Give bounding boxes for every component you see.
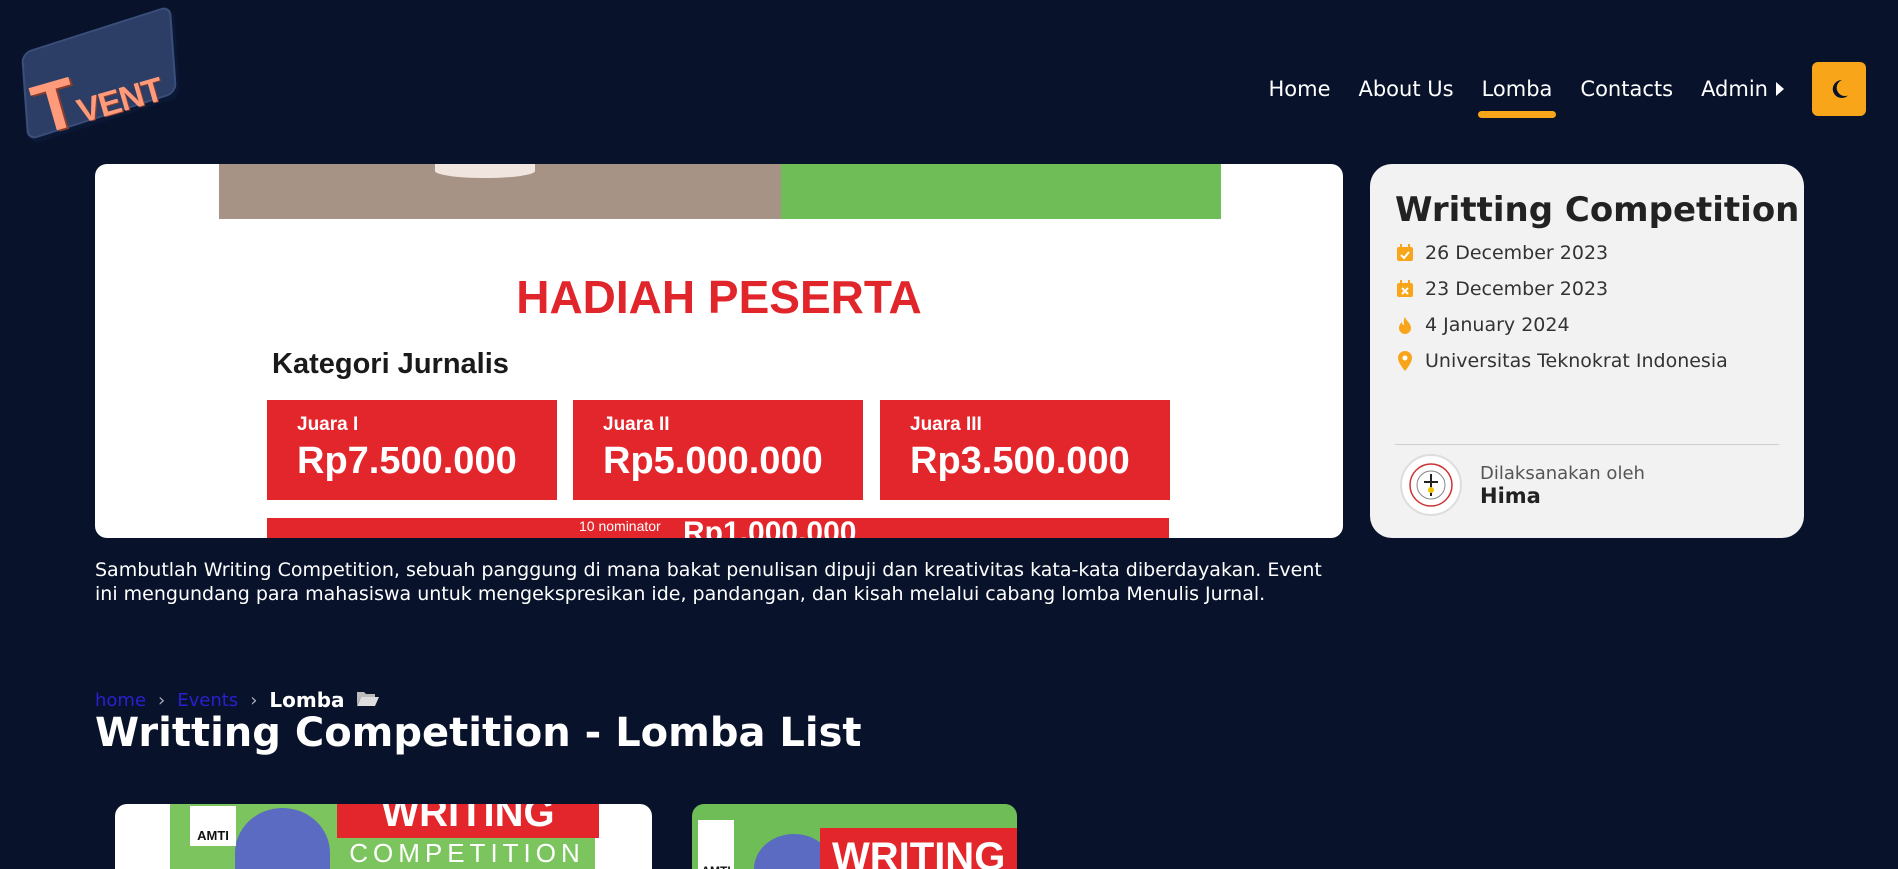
event-deadline: 4 January 2024: [1395, 312, 1779, 338]
organizer-logo: [1400, 454, 1462, 516]
lomba-card[interactable]: AMTI WRITING COMPETITION: [115, 804, 652, 869]
divider: [1395, 444, 1779, 445]
breadcrumb-home[interactable]: home: [95, 690, 146, 711]
folder-open-icon: [356, 690, 379, 711]
prize-amount: Rp7.500.000: [297, 440, 517, 482]
chevron-right-icon: ›: [250, 689, 258, 711]
nominator-amount: Rp1.000.000: [683, 516, 857, 538]
card-logo: AMTI: [190, 806, 236, 846]
nav-admin[interactable]: Admin: [1687, 66, 1798, 112]
location-pin-icon: [1395, 351, 1415, 371]
event-start-date: 26 December 2023: [1395, 240, 1779, 266]
poster-green-strip: [781, 164, 1221, 219]
nav-about-us[interactable]: About Us: [1344, 66, 1467, 112]
prize-amount: Rp3.500.000: [910, 440, 1130, 482]
event-location: Universitas Teknokrat Indonesia: [1395, 348, 1779, 374]
fire-icon: [1395, 315, 1415, 335]
prize-box-3: Juara III Rp3.500.000: [880, 400, 1170, 500]
poster-cup: [435, 164, 535, 178]
logo-word-vent: VENT: [72, 70, 167, 131]
calendar-x-icon: [1395, 279, 1415, 299]
nav-lomba[interactable]: Lomba: [1468, 66, 1567, 118]
card-heading: WRITING: [820, 828, 1017, 869]
moon-icon: [1832, 79, 1848, 98]
lomba-card[interactable]: AMTI WRITING: [692, 804, 1017, 869]
event-description: Sambutlah Writing Competition, sebuah pa…: [95, 559, 1322, 605]
event-start-date-text: 26 December 2023: [1425, 242, 1609, 264]
organizer-name: Hima: [1480, 483, 1541, 508]
site-logo[interactable]: TVENT: [21, 5, 178, 149]
prize-box-1: Juara I Rp7.500.000: [267, 400, 557, 500]
breadcrumb-events[interactable]: Events: [177, 690, 238, 711]
calendar-check-icon: [1395, 243, 1415, 263]
caret-right-icon: [1776, 82, 1784, 96]
event-title: Writting Competition: [1395, 190, 1800, 230]
prize-box-2: Juara II Rp5.000.000: [573, 400, 863, 500]
card-subheading: COMPETITION: [349, 838, 585, 868]
prize-rank: Juara III: [910, 414, 982, 435]
page-title: Writting Competition - Lomba List: [95, 710, 862, 756]
card-logo: AMTI: [698, 820, 734, 869]
prize-nominator-box: 10 nominator Rp1.000.000: [267, 516, 1169, 538]
chevron-right-icon: ›: [158, 689, 166, 711]
breadcrumb: home › Events › Lomba: [95, 688, 379, 712]
poster-title: HADIAH PESERTA: [516, 271, 922, 323]
prize-rank: Juara I: [297, 414, 359, 435]
nav-home[interactable]: Home: [1254, 66, 1344, 112]
event-deadline-text: 4 January 2024: [1425, 314, 1570, 336]
theme-toggle-button[interactable]: [1812, 62, 1866, 116]
nav-contacts[interactable]: Contacts: [1566, 66, 1687, 112]
breadcrumb-current: Lomba: [269, 688, 345, 712]
event-end-date: 23 December 2023: [1395, 276, 1779, 302]
main-nav: Home About Us Lomba Contacts Admin: [1254, 62, 1866, 118]
event-location-text: Universitas Teknokrat Indonesia: [1425, 350, 1728, 372]
poster-category: Kategori Jurnalis: [272, 348, 509, 380]
prize-rank: Juara II: [603, 414, 670, 435]
nav-admin-label: Admin: [1701, 77, 1768, 101]
event-end-date-text: 23 December 2023: [1425, 278, 1609, 300]
card-heading: WRITING: [337, 804, 599, 838]
prize-amount: Rp5.000.000: [603, 440, 823, 482]
nominator-label: 10 nominator: [579, 518, 661, 534]
event-poster-image: HADIAH PESERTA Kategori Jurnalis Juara I…: [95, 164, 1343, 538]
organizer-label: Dilaksanakan oleh: [1480, 462, 1645, 484]
event-info-card: Writting Competition 26 December 2023 23…: [1370, 164, 1804, 538]
organizer: Dilaksanakan oleh Hima: [1400, 454, 1645, 516]
